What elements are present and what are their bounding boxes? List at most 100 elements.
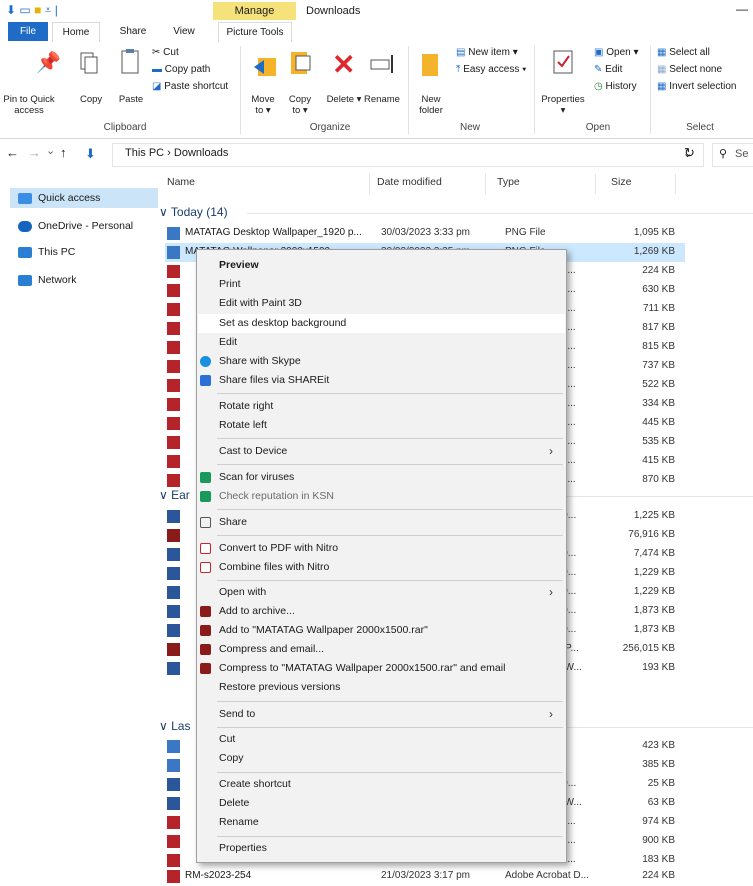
paste-icon [121,49,139,74]
move-to-label: Move to ▾ [251,94,275,116]
menu-item-scan-viruses[interactable]: Scan for viruses [198,468,565,487]
new-item-button[interactable]: ▤ New item ▾ [456,46,518,60]
paste-shortcut-button[interactable]: ◪ Paste shortcut [152,80,228,94]
menu-item-compress-email[interactable]: Compress and email... [198,640,565,659]
sidebar-item-onedrive[interactable]: OneDrive - Personal [18,216,133,236]
menu-separator [217,509,563,510]
menu-item-cast-to-device[interactable]: Cast to Device › [198,442,565,461]
recent-locations-icon[interactable]: ⌄ [46,144,55,157]
cut-button[interactable]: ✂ Cut [152,46,179,60]
manage-context-tab[interactable]: Manage [213,2,296,20]
tab-home[interactable]: Home [52,22,100,42]
menu-item-add-archive[interactable]: Add to archive... [198,602,565,621]
menu-item-edit[interactable]: Edit [198,333,565,352]
menu-separator [217,535,563,536]
back-icon[interactable]: ← [6,145,19,160]
menu-separator [217,438,563,439]
skype-icon [200,356,211,367]
file-size: 974 KB [642,816,675,827]
table-row[interactable]: RM-s2023-254 21/03/2023 3:17 pm Adobe Ac… [165,867,685,886]
file-size: 25 KB [647,778,675,789]
column-header-name[interactable]: Name [167,176,195,188]
menu-item-convert-nitro[interactable]: Convert to PDF with Nitro [198,539,565,558]
file-size: 224 KB [642,265,675,276]
file-size: 7,474 KB [633,548,675,559]
up-icon[interactable]: ↑ [60,145,67,160]
sidebar-item-this-pc[interactable]: This PC [18,242,75,262]
document-file-icon [167,605,180,618]
menu-item-share-skype[interactable]: Share with Skype [198,352,565,371]
pdf-file-icon [167,379,180,392]
quick-access-toolbar[interactable]: ⬇ ▭ ■ ⩡ | [6,3,58,18]
column-header-date[interactable]: Date modified [377,176,442,188]
share-icon [200,517,211,528]
document-file-icon [167,662,180,675]
delete-icon: ✕ [332,49,356,80]
edit-button[interactable]: ✎ Edit [594,63,622,77]
menu-item-print[interactable]: Print [198,275,565,294]
menu-item-check-reputation[interactable]: Check reputation in KSN [198,487,565,506]
ribbon: 📌 Pin to Quick access Copy Paste ✂ Cut ▬… [0,42,753,139]
file-size: 423 KB [642,740,675,751]
invert-selection-button[interactable]: ▦ Invert selection [657,80,737,94]
search-input[interactable]: ⚲ Se [712,143,753,167]
menu-item-delete[interactable]: Delete [198,794,565,813]
pdf-file-icon [167,870,180,883]
search-icon: ⚲ [719,148,728,160]
menu-item-open-with[interactable]: Open with › [198,583,565,602]
file-name: MATATAG Desktop Wallpaper_1920 p... [185,227,362,238]
menu-item-copy[interactable]: Copy [198,749,565,768]
copy-path-button[interactable]: ▬ Copy path [152,63,210,77]
menu-item-send-to[interactable]: Send to › [198,705,565,724]
menu-item-compress-rar-email[interactable]: Compress to "MATATAG Wallpaper 2000x1500… [198,659,565,678]
menu-item-rename[interactable]: Rename [198,813,565,832]
menu-item-rotate-left[interactable]: Rotate left [198,416,565,435]
tab-share[interactable]: Share [112,22,154,41]
column-header-size[interactable]: Size [611,176,631,188]
select-none-icon: ▦ [657,64,670,75]
menu-item-properties[interactable]: Properties [198,839,565,858]
open-button[interactable]: ▣ Open ▾ [594,46,639,60]
menu-item-share[interactable]: Share [198,513,565,532]
file-size: 817 KB [642,322,675,333]
menu-item-create-shortcut[interactable]: Create shortcut [198,775,565,794]
forward-icon[interactable]: → [28,145,41,160]
select-all-button[interactable]: ▦ Select all [657,46,710,60]
winrar-icon [200,644,211,655]
menu-item-restore-versions[interactable]: Restore previous versions [198,678,565,697]
tab-view[interactable]: View [164,22,204,41]
select-none-button[interactable]: ▦ Select none [657,63,722,77]
tab-file[interactable]: File [8,22,48,41]
file-size: 522 KB [642,379,675,390]
invert-selection-icon: ▦ [657,81,670,92]
group-divider [567,496,753,497]
group-header-last[interactable]: ∨ Las [159,719,190,733]
pdf-file-icon [167,455,180,468]
menu-item-share-shareit[interactable]: Share files via SHAREit [198,371,565,390]
menu-item-set-desktop-background[interactable]: Set as desktop background [198,314,565,333]
address-bar[interactable]: ⬇ This PC › Downloads ⌄ [85,143,704,167]
minimize-icon[interactable]: — [736,2,748,16]
pdf-file-icon [167,398,180,411]
refresh-icon[interactable]: ↻ [684,145,695,161]
easy-access-button[interactable]: ⤒ Easy access ▾ [456,63,526,77]
menu-item-combine-nitro[interactable]: Combine files with Nitro [198,558,565,577]
menu-item-preview[interactable]: Preview [198,256,565,275]
move-to-icon [254,58,276,76]
group-header-today[interactable]: ∨ Today (14) [159,205,228,219]
column-header-type[interactable]: Type [497,176,520,188]
sidebar-item-quick-access[interactable]: Quick access [10,188,158,208]
group-header-earlier[interactable]: ∨ Ear [159,488,190,502]
sidebar-item-network[interactable]: Network [18,270,77,290]
pdf-file-icon [167,284,180,297]
history-button[interactable]: ◷ History [594,80,637,94]
address-path[interactable]: This PC › Downloads [125,147,228,159]
menu-item-add-rar[interactable]: Add to "MATATAG Wallpaper 2000x1500.rar" [198,621,565,640]
menu-item-cut[interactable]: Cut [198,730,565,749]
tab-picture-tools[interactable]: Picture Tools [218,22,292,42]
menu-item-rotate-right[interactable]: Rotate right [198,397,565,416]
pdf-file-icon [167,474,180,487]
navigation-pane: Quick access OneDrive - Personal This PC… [0,170,158,885]
menu-item-edit-paint3d[interactable]: Edit with Paint 3D [198,294,565,313]
table-row[interactable]: MATATAG Desktop Wallpaper_1920 p... 30/0… [165,224,685,243]
